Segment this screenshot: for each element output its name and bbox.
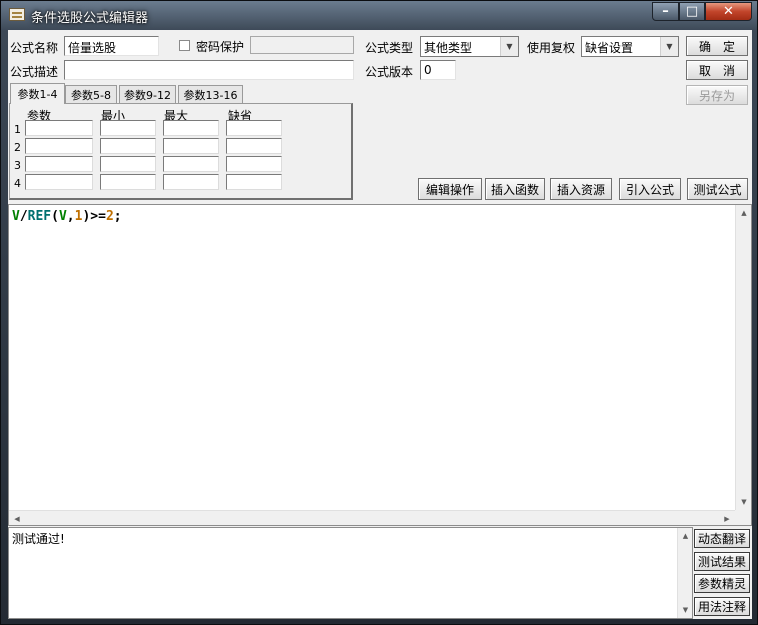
- scroll-corner: [735, 510, 751, 525]
- scroll-right-icon[interactable]: ▶: [719, 511, 735, 526]
- ok-button[interactable]: 确定: [686, 36, 748, 56]
- editor-window: 条件选股公式编辑器 – □ ✕ 公式名称 倍量选股 密码保护 公式类型 其他类型…: [0, 0, 758, 625]
- maximize-icon: □: [685, 4, 699, 19]
- code-token: V: [12, 209, 20, 224]
- tab-params-5-8[interactable]: 参数5-8: [65, 85, 117, 103]
- code-token: (: [51, 209, 59, 224]
- password-label: 密码保护: [196, 40, 245, 54]
- close-button[interactable]: ✕: [705, 2, 752, 21]
- insert-function-button[interactable]: 插入函数: [485, 178, 545, 200]
- formula-type-label: 公式类型: [365, 41, 414, 55]
- tab-params-13-16[interactable]: 参数13-16: [178, 85, 243, 103]
- dynamic-translate-button[interactable]: 动态翻译: [694, 529, 750, 548]
- param-wizard-button[interactable]: 参数精灵: [694, 574, 750, 593]
- scroll-down-icon[interactable]: ▼: [736, 494, 752, 510]
- cancel-button[interactable]: 取消: [686, 60, 748, 80]
- param-3-name-field[interactable]: [25, 156, 93, 172]
- param-1-min-field[interactable]: [100, 120, 156, 136]
- usage-notes-button[interactable]: 用法注释: [694, 597, 750, 616]
- param-row-number: 4: [14, 177, 21, 190]
- minimize-button[interactable]: –: [652, 2, 679, 21]
- app-icon: [9, 8, 25, 21]
- formula-desc-label: 公式描述: [10, 65, 59, 79]
- formula-name-input[interactable]: 倍量选股: [64, 36, 159, 56]
- param-4-name-field[interactable]: [25, 174, 93, 190]
- scroll-up-icon[interactable]: ▲: [736, 205, 752, 221]
- param-row-number: 1: [14, 123, 21, 136]
- adjust-value: 缺省设置: [585, 41, 634, 55]
- title-bar[interactable]: 条件选股公式编辑器 – □ ✕: [1, 1, 758, 29]
- param-row-number: 3: [14, 159, 21, 172]
- code-token: ,: [66, 209, 75, 224]
- close-icon: ✕: [723, 4, 734, 19]
- param-1-name-field[interactable]: [25, 120, 93, 136]
- code-line[interactable]: V/REF(V,1)>=2;: [12, 209, 122, 224]
- code-token: 2: [105, 209, 114, 224]
- test-formula-button[interactable]: 测试公式: [687, 178, 748, 200]
- client-area: 公式名称 倍量选股 密码保护 公式类型 其他类型 ▼ 使用复权 缺省设置 ▼ 确…: [8, 30, 752, 619]
- adjust-label: 使用复权: [527, 41, 576, 55]
- save-as-button[interactable]: 另存为: [686, 85, 748, 105]
- code-token: /: [19, 209, 28, 224]
- password-input[interactable]: [250, 36, 354, 54]
- formula-type-value: 其他类型: [424, 41, 473, 55]
- minimize-icon: –: [662, 4, 669, 19]
- formula-type-select[interactable]: 其他类型 ▼: [420, 36, 519, 57]
- code-token: V: [58, 209, 67, 224]
- maximize-button[interactable]: □: [679, 2, 705, 21]
- param-1-default-field[interactable]: [226, 120, 282, 136]
- window-title: 条件选股公式编辑器: [31, 11, 149, 26]
- scroll-up-icon[interactable]: ▲: [678, 528, 693, 544]
- scroll-down-icon[interactable]: ▼: [678, 602, 693, 618]
- code-token: ;: [113, 209, 122, 224]
- param-3-min-field[interactable]: [100, 156, 156, 172]
- formula-desc-input[interactable]: [64, 60, 354, 80]
- code-editor[interactable]: V/REF(V,1)>=2; ▲ ▼ ◀ ▶: [8, 204, 752, 526]
- insert-resource-button[interactable]: 插入资源: [550, 178, 612, 200]
- test-results-button[interactable]: 测试结果: [694, 552, 750, 571]
- import-formula-button[interactable]: 引入公式: [619, 178, 681, 200]
- param-2-max-field[interactable]: [163, 138, 219, 154]
- scroll-left-icon[interactable]: ◀: [9, 511, 25, 526]
- tab-params-1-4[interactable]: 参数1-4: [10, 83, 65, 104]
- adjust-select[interactable]: 缺省设置 ▼: [581, 36, 679, 57]
- formula-version-label: 公式版本: [365, 65, 414, 79]
- param-row-number: 2: [14, 141, 21, 154]
- param-3-default-field[interactable]: [226, 156, 282, 172]
- code-token: REF: [27, 209, 52, 224]
- chevron-down-icon[interactable]: ▼: [660, 37, 678, 56]
- param-2-name-field[interactable]: [25, 138, 93, 154]
- tab-params-9-12[interactable]: 参数9-12: [119, 85, 176, 103]
- code-token: )>=: [82, 209, 106, 224]
- password-checkbox[interactable]: [179, 40, 190, 51]
- param-4-default-field[interactable]: [226, 174, 282, 190]
- formula-name-label: 公式名称: [10, 41, 59, 55]
- edit-operations-button[interactable]: 编辑操作: [418, 178, 482, 200]
- param-2-min-field[interactable]: [100, 138, 156, 154]
- param-4-min-field[interactable]: [100, 174, 156, 190]
- editor-horizontal-scrollbar[interactable]: ◀ ▶: [9, 510, 735, 525]
- chevron-down-icon[interactable]: ▼: [500, 37, 518, 56]
- formula-version-input[interactable]: 0: [420, 60, 456, 80]
- param-4-max-field[interactable]: [163, 174, 219, 190]
- param-2-default-field[interactable]: [226, 138, 282, 154]
- param-1-max-field[interactable]: [163, 120, 219, 136]
- param-3-max-field[interactable]: [163, 156, 219, 172]
- output-message: 测试通过!: [12, 532, 65, 546]
- editor-vertical-scrollbar[interactable]: ▲ ▼: [735, 205, 751, 510]
- output-panel[interactable]: 测试通过! ▲ ▼: [8, 527, 693, 619]
- output-vertical-scrollbar[interactable]: ▲ ▼: [677, 528, 692, 618]
